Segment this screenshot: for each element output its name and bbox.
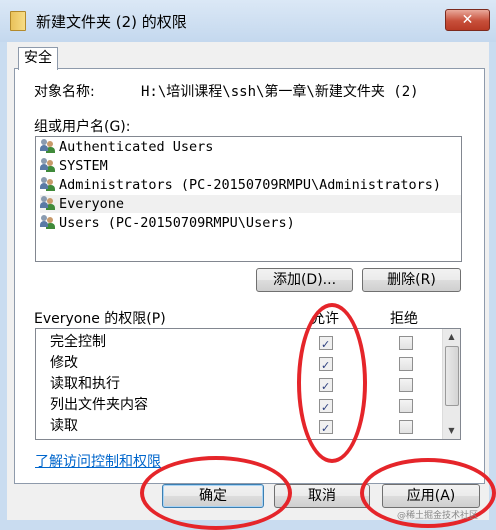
permission-row-list-folder: 列出文件夹内容 bbox=[50, 395, 440, 418]
object-name-value: H:\培训课程\ssh\第一章\新建文件夹 (2) bbox=[141, 84, 419, 100]
learn-access-control-link[interactable]: 了解访问控制和权限 bbox=[35, 451, 161, 471]
user-group-icon bbox=[40, 215, 56, 229]
permission-row-full-control: 完全控制 bbox=[50, 332, 440, 355]
user-item-label: Users (PC-20150709RMPU\Users) bbox=[59, 215, 295, 231]
deny-column-header: 拒绝 bbox=[390, 311, 418, 327]
permission-label: 读取和执行 bbox=[50, 376, 120, 392]
close-button[interactable]: ✕ bbox=[445, 9, 490, 31]
tab-security[interactable]: 安全 bbox=[18, 47, 58, 70]
user-item-administrators[interactable]: Administrators (PC-20150709RMPU\Administ… bbox=[40, 176, 461, 194]
title-bar[interactable]: 新建文件夹 (2) 的权限 ✕ bbox=[0, 0, 496, 42]
deny-checkbox[interactable] bbox=[399, 336, 413, 350]
deny-checkbox[interactable] bbox=[399, 420, 413, 434]
permission-label: 修改 bbox=[50, 355, 78, 371]
allow-checkbox[interactable] bbox=[319, 376, 333, 397]
group-or-user-label: 组或用户名(G): bbox=[34, 119, 131, 135]
allow-checkbox[interactable] bbox=[319, 355, 333, 376]
user-item-authenticated-users[interactable]: Authenticated Users bbox=[40, 138, 461, 156]
deny-checkbox[interactable] bbox=[399, 378, 413, 392]
ok-button[interactable]: 确定 bbox=[162, 484, 264, 508]
watermark: @稀土掘金技术社区 bbox=[397, 511, 479, 521]
user-item-label: Everyone bbox=[59, 196, 125, 212]
permission-row-read: 读取 bbox=[50, 416, 440, 439]
user-item-label: Administrators (PC-20150709RMPU\Administ… bbox=[59, 177, 442, 193]
user-group-icon bbox=[40, 158, 56, 172]
apply-button[interactable]: 应用(A) bbox=[382, 484, 480, 508]
permissions-label: Everyone 的权限(P) bbox=[34, 311, 166, 327]
permissions-scrollbar[interactable]: ▲ ▼ bbox=[442, 329, 460, 439]
deny-checkbox[interactable] bbox=[399, 357, 413, 371]
user-item-label: Authenticated Users bbox=[59, 139, 214, 155]
object-name-label: 对象名称: bbox=[34, 84, 95, 100]
scroll-thumb[interactable] bbox=[445, 346, 459, 406]
permission-label: 列出文件夹内容 bbox=[50, 397, 148, 413]
permission-row-modify: 修改 bbox=[50, 353, 440, 376]
cancel-button[interactable]: 取消 bbox=[274, 484, 370, 508]
user-list[interactable]: Authenticated Users SYSTEM Administrator… bbox=[35, 136, 462, 262]
permission-label: 读取 bbox=[50, 418, 78, 434]
deny-checkbox[interactable] bbox=[399, 399, 413, 413]
user-item-everyone[interactable]: Everyone bbox=[40, 195, 461, 213]
user-item-system[interactable]: SYSTEM bbox=[40, 157, 461, 175]
permissions-list[interactable]: 完全控制 修改 读取和执行 列出文件夹内容 读取 ▲ ▼ bbox=[35, 328, 461, 440]
user-group-icon bbox=[40, 196, 56, 210]
allow-checkbox[interactable] bbox=[319, 418, 333, 439]
user-group-icon bbox=[40, 177, 56, 191]
window-title: 新建文件夹 (2) 的权限 bbox=[36, 13, 187, 31]
scroll-down-arrow-icon[interactable]: ▼ bbox=[443, 423, 460, 439]
scroll-up-arrow-icon[interactable]: ▲ bbox=[443, 329, 460, 345]
folder-icon bbox=[10, 11, 26, 31]
user-item-users[interactable]: Users (PC-20150709RMPU\Users) bbox=[40, 214, 461, 232]
user-group-icon bbox=[40, 139, 56, 153]
add-button[interactable]: 添加(D)... bbox=[256, 268, 353, 292]
allow-checkbox[interactable] bbox=[319, 397, 333, 418]
permission-row-read-execute: 读取和执行 bbox=[50, 374, 440, 397]
allow-checkbox[interactable] bbox=[319, 334, 333, 355]
remove-button[interactable]: 删除(R) bbox=[362, 268, 461, 292]
allow-column-header: 允许 bbox=[311, 311, 339, 327]
user-item-label: SYSTEM bbox=[59, 158, 108, 174]
permission-label: 完全控制 bbox=[50, 334, 106, 350]
